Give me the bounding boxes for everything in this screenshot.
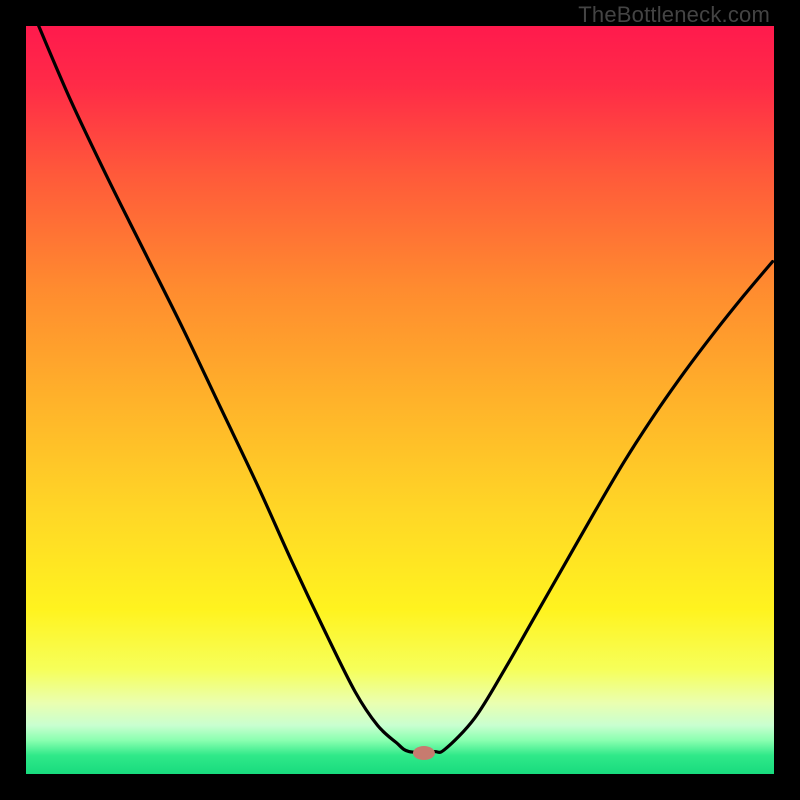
optimum-marker — [413, 746, 435, 760]
chart-frame — [26, 26, 774, 774]
bottleneck-chart — [26, 26, 774, 774]
watermark-text: TheBottleneck.com — [578, 2, 770, 28]
chart-background — [26, 26, 774, 774]
